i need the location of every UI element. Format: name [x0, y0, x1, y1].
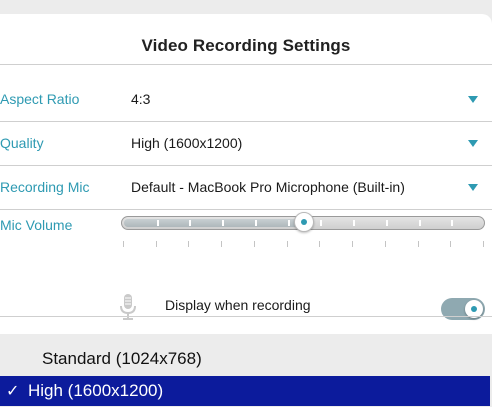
checkmark-icon: ✓	[6, 383, 20, 400]
aspect-ratio-value: 4:3	[131, 91, 151, 107]
slider-notch	[156, 220, 159, 226]
slider-tick	[155, 241, 157, 247]
option-label: Standard (1024x768)	[42, 349, 202, 368]
mic-volume-row: Mic Volume	[0, 210, 492, 270]
dialog-title: Video Recording Settings	[141, 36, 351, 55]
recording-mic-label: Recording Mic	[0, 179, 90, 195]
dropdown-option-standard[interactable]: Standard (1024x768)	[0, 344, 492, 374]
chevron-down-icon[interactable]	[468, 96, 478, 103]
slider-notch	[254, 220, 257, 226]
slider-tick	[384, 241, 386, 247]
divider	[0, 64, 492, 65]
quality-select[interactable]: Quality High (1600x1200)	[0, 121, 492, 165]
chevron-down-icon[interactable]	[468, 184, 478, 191]
slider-notch	[287, 220, 290, 226]
slider-notch	[222, 220, 225, 226]
divider	[0, 316, 492, 317]
dropdown-option-high[interactable]: ✓ High (1600x1200)	[0, 376, 490, 406]
slider-tick	[319, 241, 321, 247]
slider-tick	[286, 241, 288, 247]
chevron-down-icon[interactable]	[468, 140, 478, 147]
slider-notch	[353, 220, 356, 226]
quality-label: Quality	[0, 135, 44, 151]
slider-notch	[189, 220, 192, 226]
recording-mic-value: Default - MacBook Pro Microphone (Built-…	[131, 179, 405, 195]
slider-notch	[418, 220, 421, 226]
slider-notch	[385, 220, 388, 226]
slider-thumb[interactable]	[294, 212, 314, 232]
quality-value: High (1600x1200)	[131, 135, 243, 151]
aspect-ratio-select[interactable]: Aspect Ratio 4:3	[0, 77, 492, 121]
slider-notch	[451, 220, 454, 226]
aspect-ratio-label: Aspect Ratio	[0, 91, 80, 107]
recording-mic-select[interactable]: Recording Mic Default - MacBook Pro Micr…	[0, 165, 492, 209]
slider-tick	[450, 241, 452, 247]
slider-fill	[124, 219, 304, 227]
slider-tick	[123, 241, 124, 247]
slider-tick	[221, 241, 223, 247]
option-label: High (1600x1200)	[28, 381, 164, 400]
settings-panel: Video Recording Settings Aspect Ratio 4:…	[0, 14, 492, 334]
slider-notch	[320, 220, 323, 226]
display-when-recording-label: Display when recording	[165, 297, 311, 313]
mic-volume-label: Mic Volume	[0, 217, 73, 233]
slider-tick	[352, 241, 354, 247]
slider-tick	[188, 241, 190, 247]
slider-tick	[253, 241, 255, 247]
slider-tick	[417, 241, 419, 247]
mic-volume-slider[interactable]	[121, 212, 485, 232]
slider-tick	[483, 241, 484, 247]
